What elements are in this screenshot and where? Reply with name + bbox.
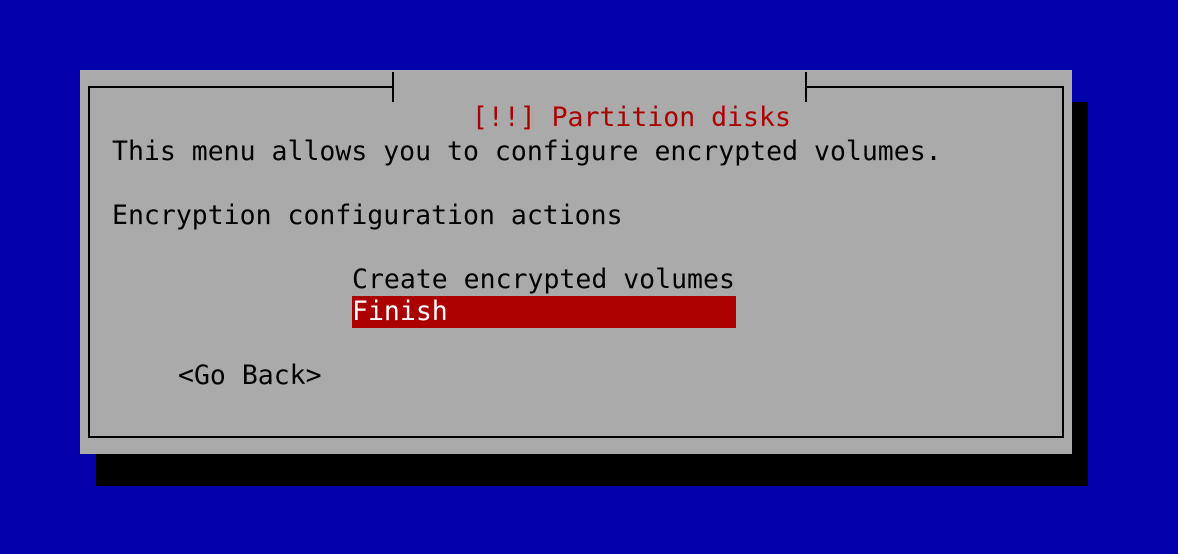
menu-prompt: Encryption configuration actions (112, 200, 623, 231)
dialog-description: This menu allows you to configure encryp… (112, 136, 942, 167)
go-back-button[interactable]: <Go Back> (178, 360, 322, 392)
menu-item-create-encrypted-volumes[interactable]: Create encrypted volumes (352, 264, 736, 296)
dialog-title: [!!] Partition disks (471, 102, 791, 133)
partition-dialog: [!!] Partition disks This menu allows yo… (80, 70, 1072, 454)
dialog-title-box: [!!] Partition disks (392, 70, 807, 133)
menu-item-finish[interactable]: Finish (352, 296, 736, 328)
